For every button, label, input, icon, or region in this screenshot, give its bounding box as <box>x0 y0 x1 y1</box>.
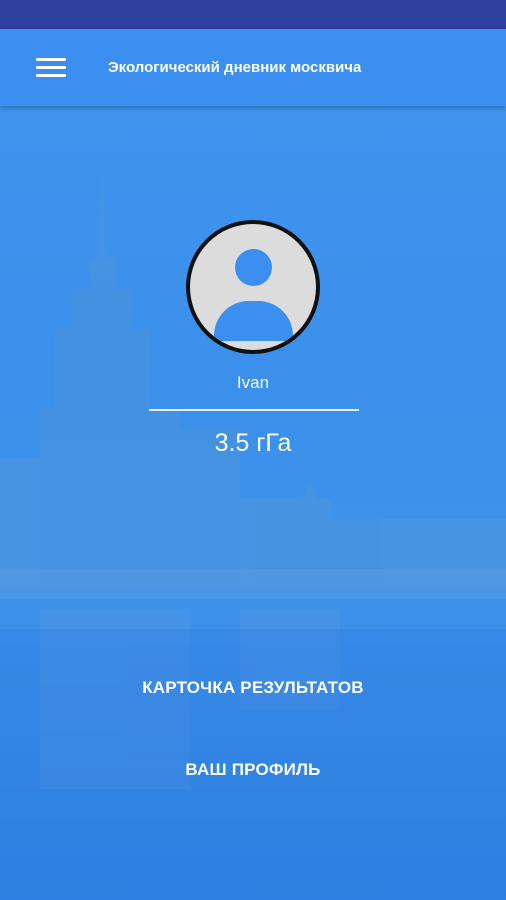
page-title: Экологический дневник москвича <box>108 59 362 76</box>
divider <box>149 409 359 411</box>
results-card-button[interactable]: КАРТОЧКА РЕЗУЛЬТАТОВ <box>100 664 406 712</box>
person-icon <box>190 224 316 350</box>
app-toolbar: Экологический дневник москвича <box>0 29 506 106</box>
avatar[interactable] <box>186 220 320 354</box>
username: Ivan <box>236 373 270 392</box>
your-profile-button[interactable]: ВАШ ПРОФИЛЬ <box>100 746 406 794</box>
eco-footprint-value: 3.5 гГа <box>214 429 292 457</box>
status-bar <box>0 0 506 29</box>
hamburger-menu-icon[interactable] <box>27 47 75 89</box>
